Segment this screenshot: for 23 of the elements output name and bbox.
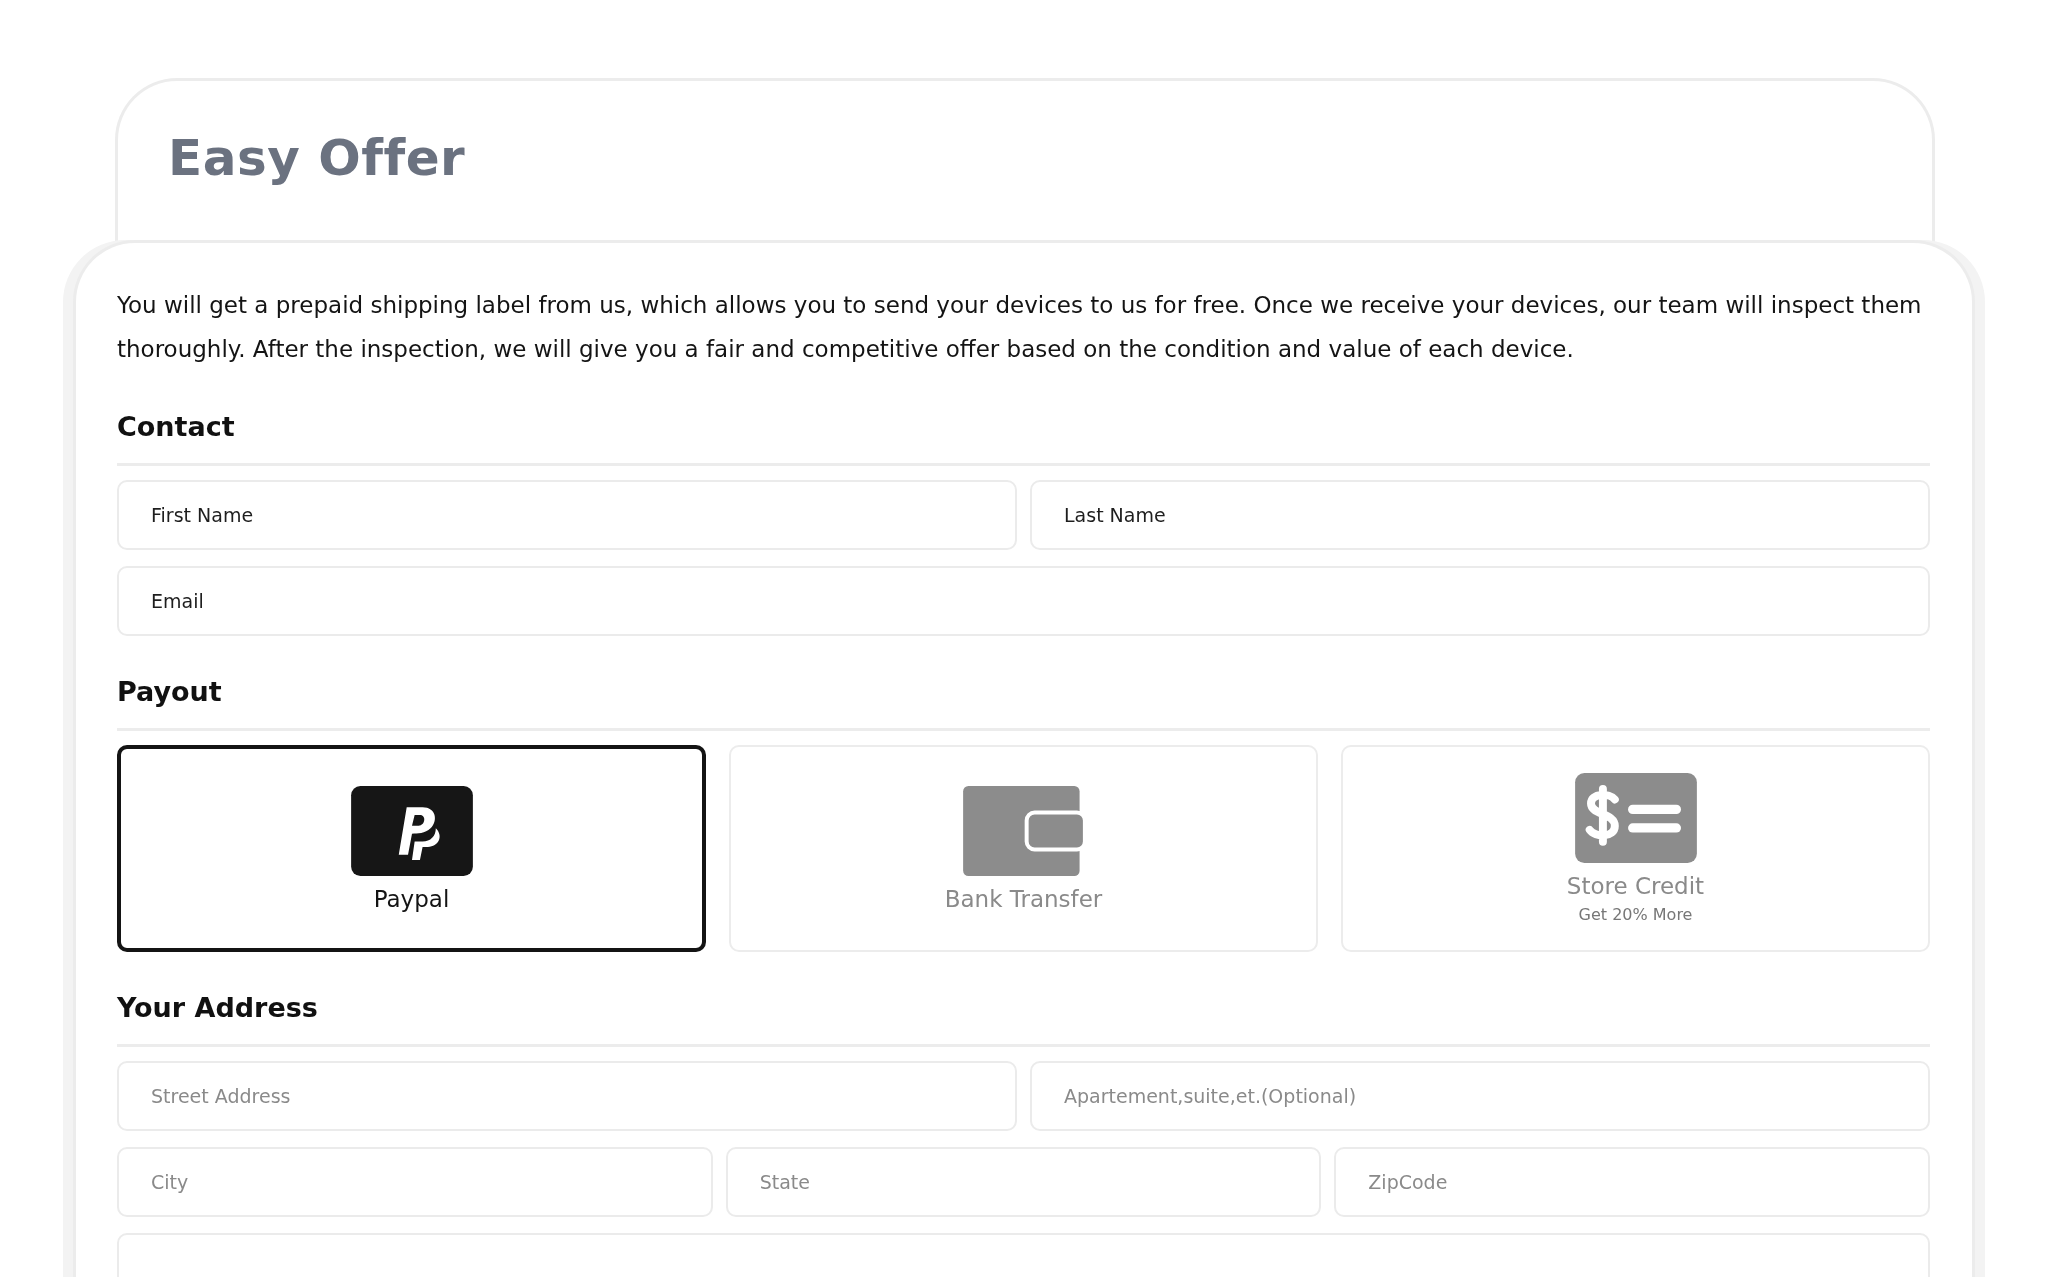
option-label: Bank Transfer <box>944 885 1103 912</box>
wallet-icon <box>962 785 1085 876</box>
payout-option[interactable]: Paypal <box>117 745 706 952</box>
intro-text: You will get a prepaid shipping label from us, which allows you to send your devices to us for free. Once we receive your devices, our team will inspect them thoroughly. After the inspection, we will give you a fair and competitive offer based on the condition and value of each device. <box>117 291 1923 364</box>
dollar-list-icon <box>1574 773 1697 863</box>
input-field[interactable]: Last Name <box>1030 480 1930 550</box>
input-field[interactable]: Apartement,suite,et.(Optional) <box>1030 1061 1930 1131</box>
option-label: Paypal <box>373 885 450 912</box>
paypal-icon <box>350 785 473 876</box>
input-field[interactable]: Street Address <box>117 1061 1017 1131</box>
input-field[interactable]: State <box>725 1147 1322 1217</box>
option-note: Get 20% More <box>1578 905 1693 924</box>
input-field[interactable]: City <box>117 1147 713 1217</box>
section-heading: Payout <box>117 675 223 709</box>
page-title: Easy Offer <box>168 129 467 187</box>
payout-option[interactable]: Bank Transfer <box>729 745 1318 952</box>
section-heading: Your Address <box>117 991 319 1025</box>
payout-option[interactable]: Store Credit Get 20% More <box>1341 745 1930 952</box>
input-field[interactable]: ZipCode <box>1334 1147 1930 1217</box>
input-field[interactable]: Email <box>117 566 1930 636</box>
input-field[interactable]: First Name <box>117 480 1017 550</box>
option-label: Store Credit <box>1566 873 1705 899</box>
section-heading: Contact <box>117 410 236 444</box>
